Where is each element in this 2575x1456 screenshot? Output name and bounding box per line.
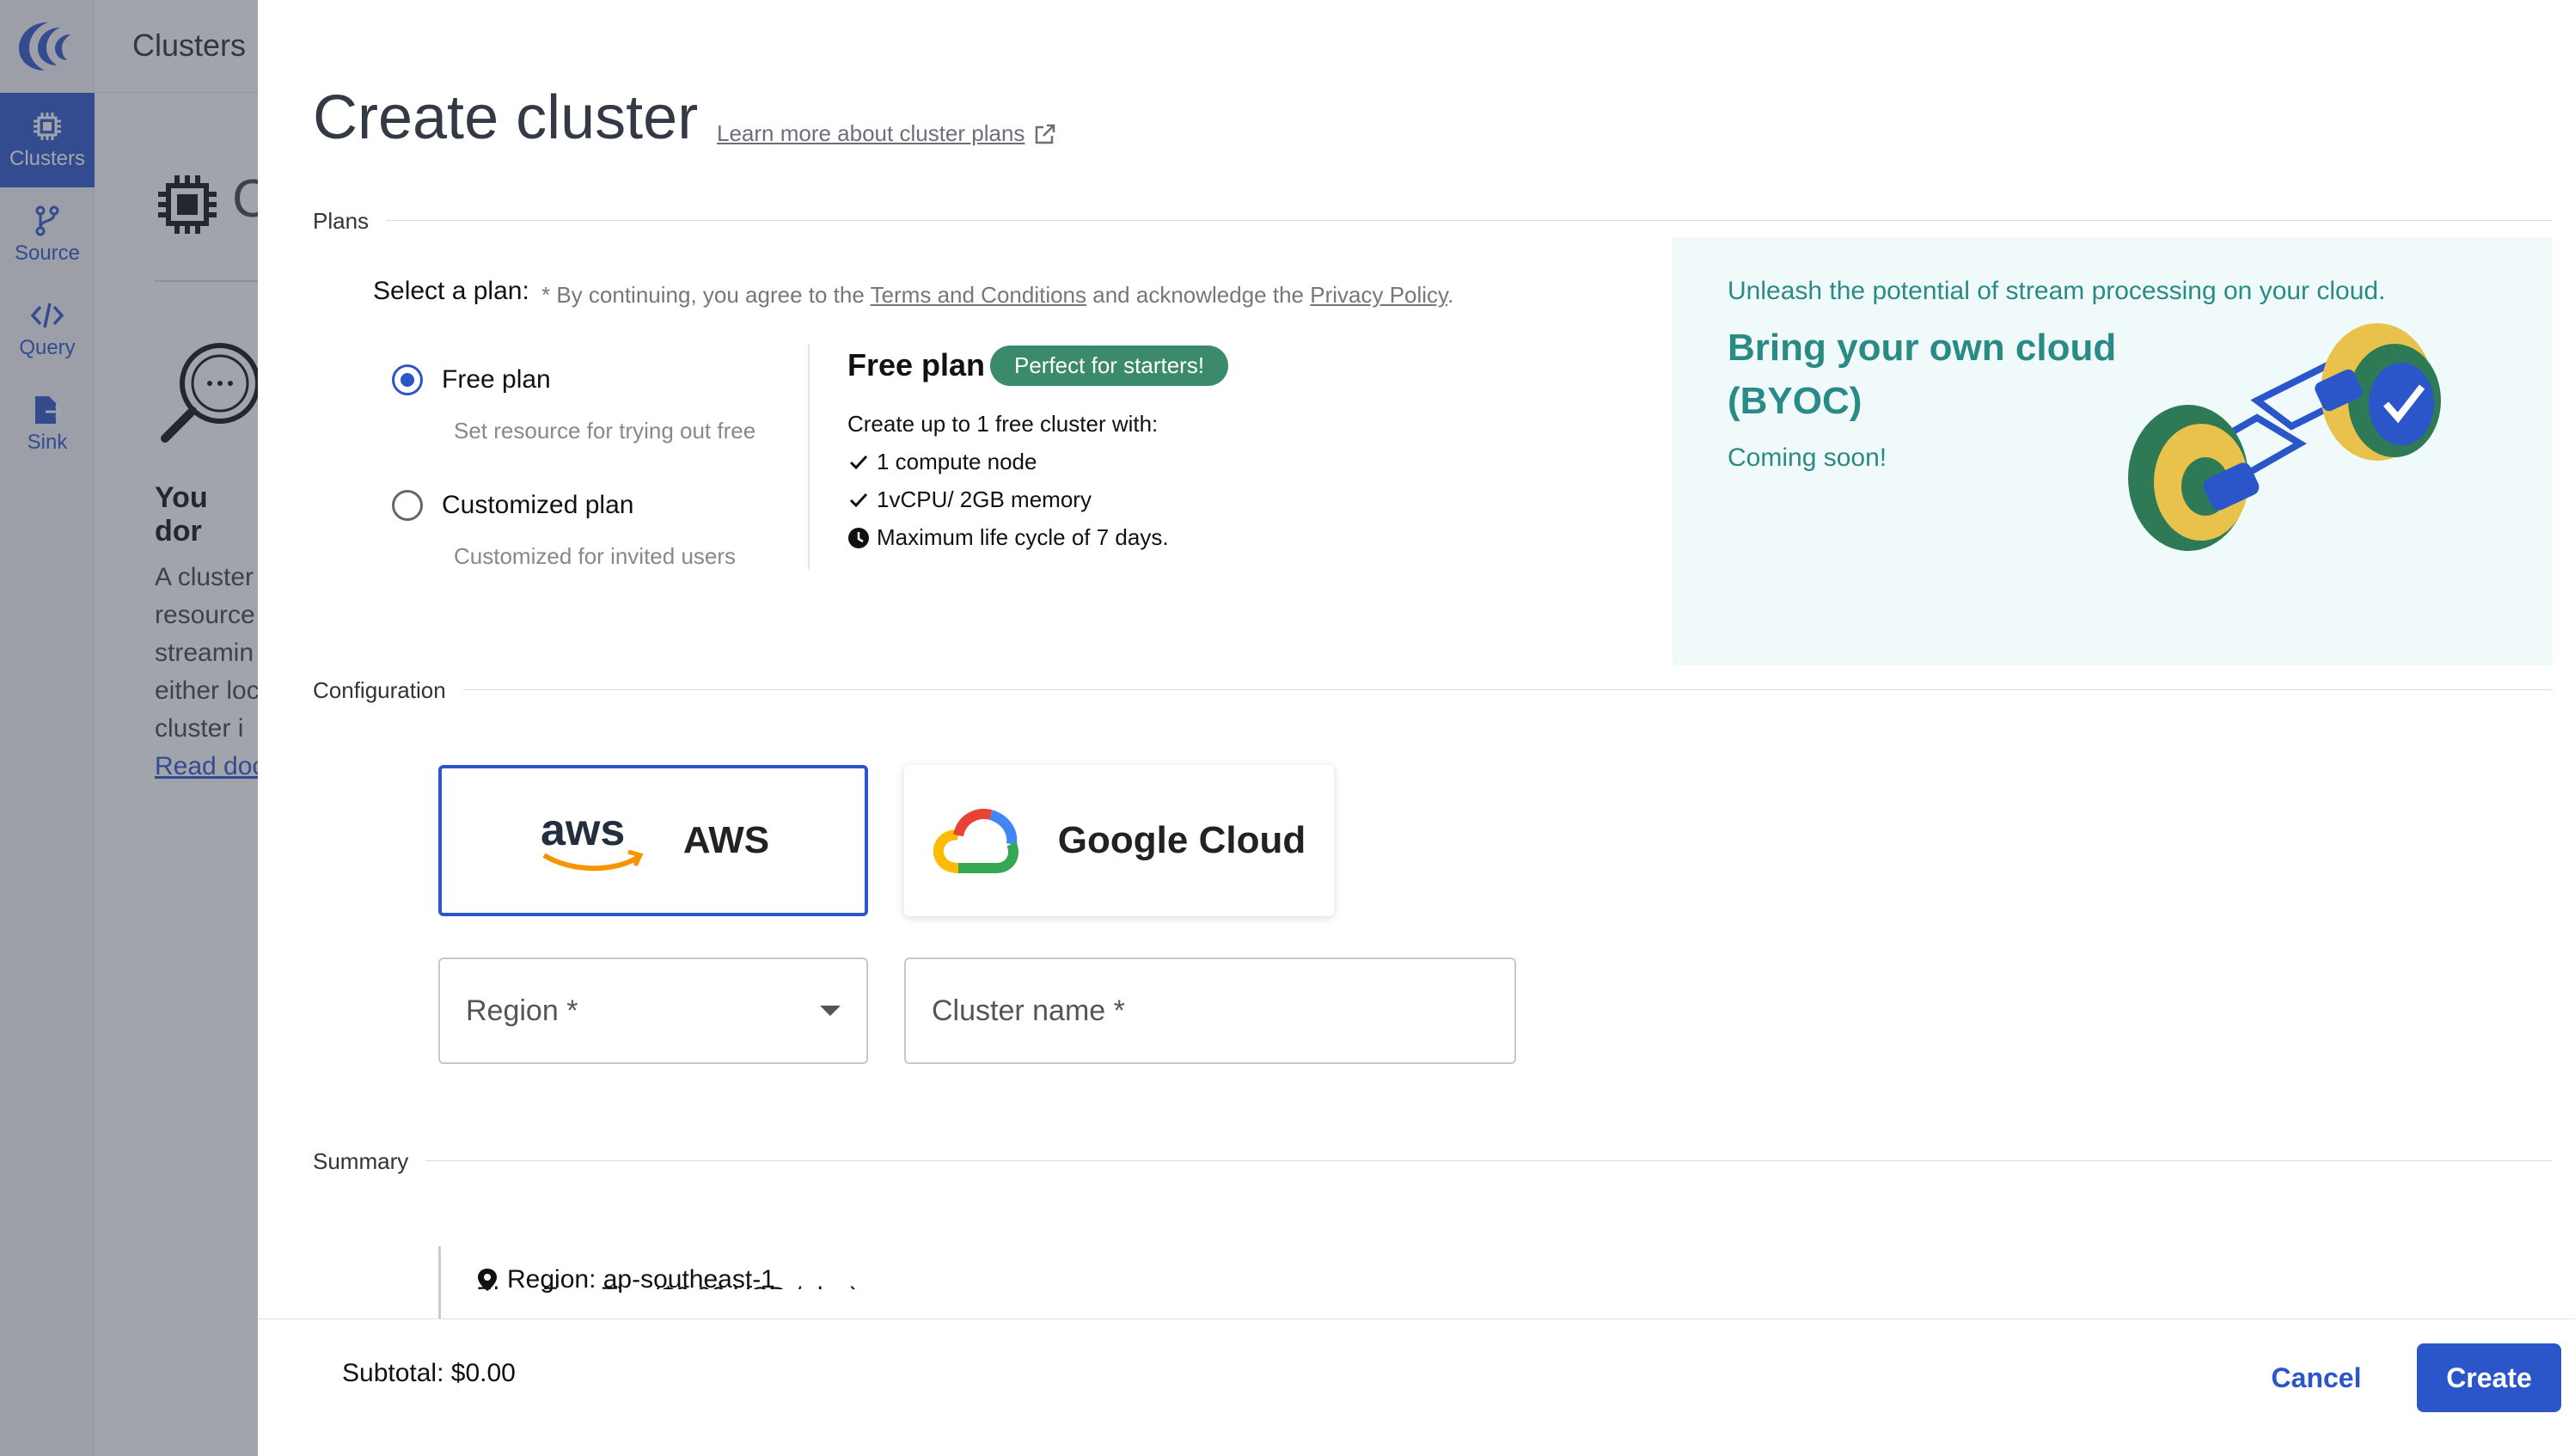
- create-cluster-drawer: Create cluster Learn more about cluster …: [258, 0, 2575, 1456]
- plan-badge: Perfect for starters!: [990, 346, 1229, 386]
- customized-plan-radio[interactable]: Customized plan: [392, 490, 633, 521]
- section-title-summary: Summary: [313, 1148, 426, 1175]
- learn-more-link[interactable]: Learn more about cluster plans: [717, 120, 1057, 147]
- radio-label: Customized plan: [442, 491, 634, 519]
- radio-description: Set resource for trying out free: [454, 418, 756, 444]
- radio-button[interactable]: [392, 490, 423, 521]
- external-link-icon: [1036, 124, 1055, 144]
- google-cloud-logo-icon: [933, 809, 1018, 873]
- free-plan-radio[interactable]: Free plan: [392, 364, 551, 395]
- section-title-plans: Plans: [313, 208, 387, 235]
- privacy-link[interactable]: Privacy Policy: [1310, 282, 1447, 308]
- create-button[interactable]: Create: [2417, 1343, 2561, 1412]
- cancel-button[interactable]: Cancel: [2235, 1343, 2398, 1412]
- aws-logo-icon: aws: [541, 805, 644, 872]
- section-divider: [313, 689, 2553, 690]
- plan-divider: [808, 344, 810, 569]
- learn-more-label: Learn more about cluster plans: [717, 120, 1025, 146]
- region-label: Region *: [466, 994, 578, 1027]
- caret-down-icon: [820, 1006, 841, 1016]
- radio-label: Free plan: [442, 365, 551, 394]
- cluster-name-label: Cluster name *: [932, 994, 1125, 1027]
- plan-detail-title: Free plan: [847, 347, 986, 382]
- note-text: and acknowledge the: [1086, 282, 1311, 308]
- byoc-tagline: Unleash the potential of stream processi…: [1728, 277, 2386, 305]
- plan-feature: 1 compute node: [847, 449, 1037, 475]
- summary-plan-text: Plan: Free Tier ($0.00 USD / day): [476, 1282, 859, 1289]
- plan-feature: 1vCPU/ 2GB memory: [847, 486, 1092, 513]
- radio-button-selected[interactable]: [392, 364, 423, 395]
- note-text: .: [1447, 282, 1454, 308]
- section-divider: [313, 1160, 2553, 1161]
- drawer-title: Create cluster: [313, 83, 699, 152]
- provider-name: Google Cloud: [1057, 819, 1306, 861]
- region-select[interactable]: Region *: [438, 957, 868, 1064]
- select-plan-label: Select a plan:: [373, 277, 529, 305]
- check-icon: [849, 455, 868, 469]
- radio-description: Customized for invited users: [454, 543, 737, 569]
- byoc-coming-soon: Coming soon!: [1728, 444, 1887, 472]
- drawer-footer: Subtotal: $0.00 Cancel Create: [258, 1318, 2575, 1456]
- provider-card-aws[interactable]: aws AWS: [438, 765, 868, 916]
- terms-note: * By continuing, you agree to the Terms …: [541, 282, 1453, 309]
- plan-feature: Maximum life cycle of 7 days.: [847, 524, 1169, 551]
- plan-detail-desc: Create up to 1 free cluster with:: [847, 411, 1159, 437]
- section-divider: [313, 220, 2553, 221]
- section-title-configuration: Configuration: [313, 677, 463, 704]
- svg-text:aws: aws: [541, 805, 625, 855]
- provider-name: AWS: [682, 819, 770, 861]
- provider-card-google-cloud[interactable]: Google Cloud: [904, 765, 1334, 916]
- cluster-name-input[interactable]: Cluster name *: [904, 957, 1516, 1064]
- feature-text: 1vCPU/ 2GB memory: [877, 486, 1092, 512]
- cloud-connection-illustration: [2128, 323, 2441, 551]
- check-icon: [849, 492, 868, 507]
- subtotal: Subtotal: $0.00: [342, 1359, 516, 1387]
- clock-icon: [848, 527, 869, 548]
- note-text: * By continuing, you agree to the: [541, 282, 871, 308]
- terms-link[interactable]: Terms and Conditions: [871, 282, 1086, 308]
- byoc-title: Bring your own cloud (BYOC): [1728, 327, 2117, 422]
- feature-text: 1 compute node: [877, 449, 1037, 474]
- summary-plan-partial: Plan: Free Tier ($0.00 USD / day): [476, 1272, 859, 1289]
- feature-text: Maximum life cycle of 7 days.: [877, 524, 1169, 550]
- byoc-promo-card: Unleash the potential of stream processi…: [1673, 237, 2553, 665]
